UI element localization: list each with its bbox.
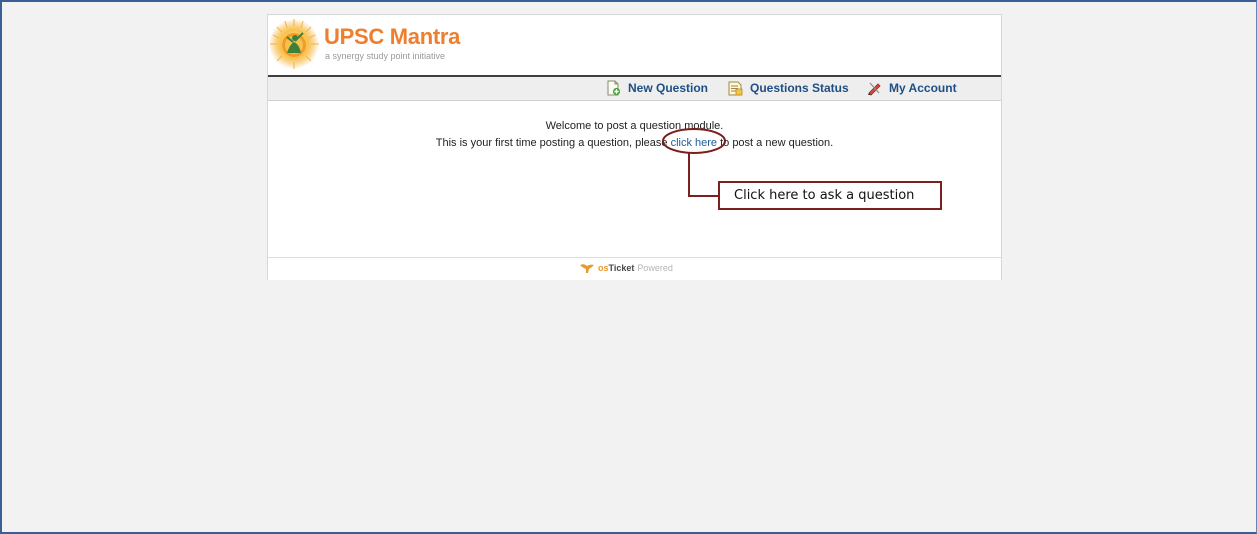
kangaroo-logo-icon <box>580 264 594 273</box>
nav-questions-status-label: Questions Status <box>750 81 849 95</box>
main-content: Welcome to post a question module. This … <box>268 101 1001 257</box>
post-question-link[interactable]: click here <box>671 137 717 149</box>
nav-new-question[interactable]: New Question <box>605 79 708 97</box>
page-footer: osTicket Powered <box>268 257 1001 280</box>
nav-new-question-label: New Question <box>628 81 709 95</box>
document-status-icon <box>728 81 743 96</box>
site-header: UPSC Mantra a synergy study point initia… <box>268 15 1001 74</box>
browser-viewport: UPSC Mantra a synergy study point initia… <box>0 0 1257 534</box>
nav-questions-status[interactable]: Questions Status <box>727 79 849 97</box>
brand-name: UPSC Mantra <box>324 24 461 49</box>
main-navigation: New Question Questions Status My Account <box>268 75 1001 101</box>
osticket-powered-logo[interactable]: osTicket Powered <box>579 262 673 274</box>
first-time-instruction: This is your first time posting a questi… <box>268 137 1001 149</box>
welcome-message: Welcome to post a question module. <box>545 120 724 132</box>
brand-suffix: Ticket <box>608 263 635 273</box>
nav-my-account[interactable]: My Account <box>866 79 957 97</box>
instruction-text-after: to post a new question. <box>717 137 834 149</box>
page-container: UPSC Mantra a synergy study point initia… <box>267 14 1002 280</box>
site-logo[interactable]: UPSC Mantra a synergy study point initia… <box>270 16 470 72</box>
sun-logo-icon <box>270 19 319 69</box>
account-pencil-icon <box>868 82 881 96</box>
powered-label: Powered <box>637 263 673 273</box>
instruction-text-before: This is your first time posting a questi… <box>435 137 671 149</box>
nav-my-account-label: My Account <box>889 81 957 95</box>
new-document-icon <box>607 80 621 96</box>
osticket-brand: osTicket <box>598 263 634 273</box>
brand-prefix: os <box>598 263 609 273</box>
annotation-callout: Click here to ask a question <box>718 181 942 210</box>
brand-tagline: a synergy study point initiative <box>325 51 446 61</box>
